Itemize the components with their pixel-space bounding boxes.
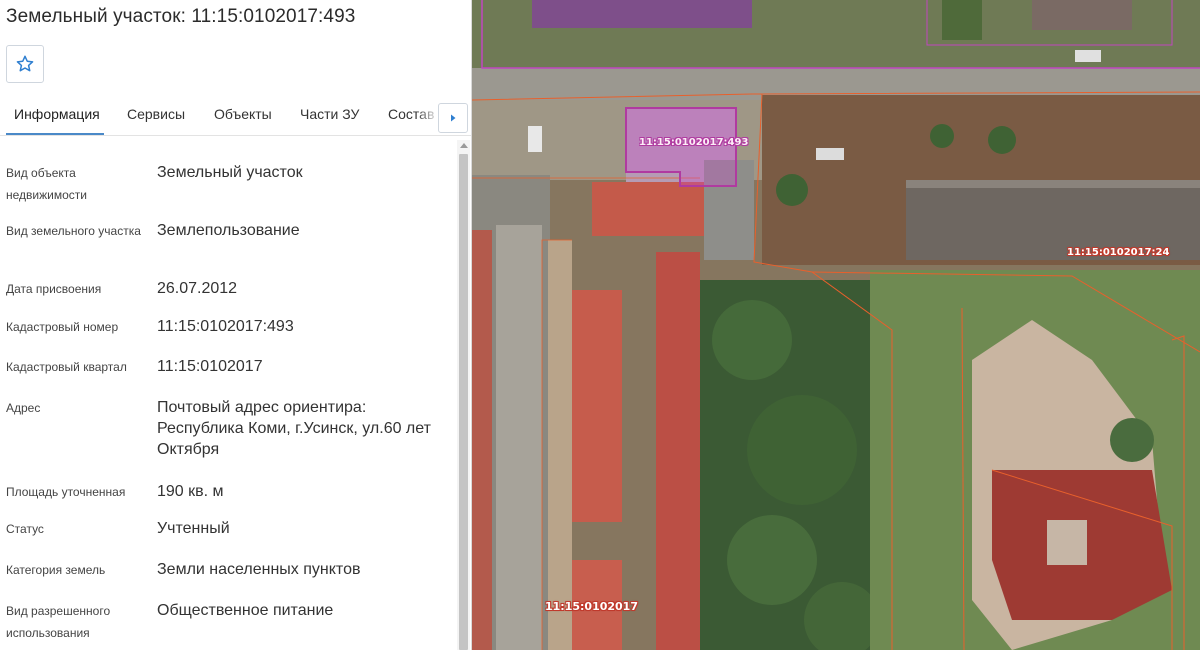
- property-label: Категория земель: [6, 563, 106, 577]
- info-panel: Земельный участок: 11:15:0102017:493 Инф…: [0, 0, 472, 650]
- property-value: 190 кв. м: [157, 483, 224, 500]
- property-value: Землепользование: [157, 222, 300, 239]
- property-label: Адрес: [6, 401, 41, 415]
- tab-services[interactable]: Сервисы: [127, 106, 185, 122]
- favorite-button[interactable]: [6, 45, 44, 83]
- property-list: Вид объекта недвижимости Земельный участ…: [0, 140, 456, 650]
- property-label: Вид земельного участка: [6, 224, 141, 238]
- parcel-label[interactable]: 11:15:0102017:24: [1067, 247, 1169, 258]
- quarter-label[interactable]: 11:15:0102017: [545, 600, 638, 613]
- property-label: Кадастровый квартал: [6, 360, 127, 374]
- property-value: Общественное питание: [157, 602, 334, 619]
- property-label: Вид разрешенного использования: [6, 604, 111, 640]
- tab-bar: Информация Сервисы Объекты Части ЗУ Сост…: [0, 96, 471, 136]
- property-value: 11:15:0102017:493: [157, 318, 294, 335]
- property-label: Площадь уточненная: [6, 485, 126, 499]
- active-tab-indicator: [6, 133, 104, 135]
- property-label: Кадастровый номер: [6, 320, 119, 334]
- scroll-up-arrow-icon[interactable]: [460, 143, 468, 148]
- tab-info[interactable]: Информация: [14, 106, 100, 122]
- scrollbar-thumb[interactable]: [459, 154, 468, 650]
- scrollbar[interactable]: [457, 140, 470, 650]
- tab-objects[interactable]: Объекты: [214, 106, 272, 122]
- property-value: 26.07.2012: [157, 280, 238, 297]
- property-value: 11:15:0102017: [157, 358, 263, 375]
- property-value: Земельный участок: [157, 164, 303, 181]
- parcel-label[interactable]: 11:15:0102017:493: [639, 137, 748, 148]
- satellite-image: [472, 0, 1200, 650]
- tab-fade: [416, 96, 440, 134]
- property-label: Дата присвоения: [6, 282, 102, 296]
- property-label: Статус: [6, 522, 44, 536]
- property-value: Почтовый адрес ориентира: Республика Ком…: [157, 399, 431, 458]
- property-value: Учтенный: [157, 520, 230, 537]
- property-value: Земли населенных пунктов: [157, 561, 361, 578]
- page-title: Земельный участок: 11:15:0102017:493: [6, 6, 356, 27]
- star-icon: [16, 55, 34, 72]
- property-label: Вид объекта недвижимости: [6, 166, 87, 202]
- tab-parts[interactable]: Части ЗУ: [300, 106, 359, 122]
- chevron-right-icon: [451, 114, 456, 122]
- tabs-next-button[interactable]: [438, 103, 468, 133]
- cadastral-map[interactable]: 11:15:0102017:493 11:15:0102017:24 11:15…: [472, 0, 1200, 650]
